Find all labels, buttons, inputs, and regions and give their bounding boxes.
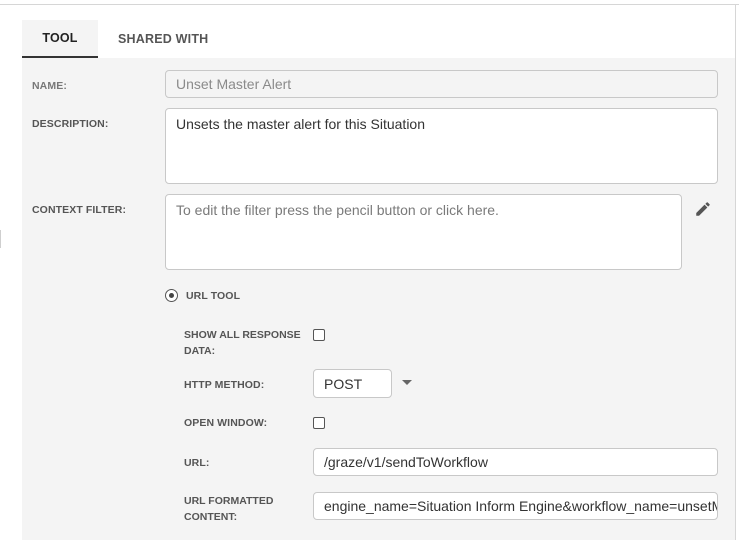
show-all-response-label-line1: SHOW ALL RESPONSE [184, 329, 301, 341]
tool-editor-frame: TOOL SHARED WITH NAME: Unset Master Aler… [0, 0, 739, 540]
right-divider [735, 4, 736, 540]
context-filter-label: CONTEXT FILTER: [32, 204, 127, 216]
http-method-select[interactable]: POST [313, 369, 392, 398]
description-field[interactable]: Unsets the master alert for this Situati… [165, 108, 718, 184]
url-formatted-content-label-line2: CONTENT: [184, 511, 238, 523]
http-method-label: HTTP METHOD: [184, 379, 265, 391]
url-tool-radio[interactable] [165, 289, 178, 302]
url-tool-label: URL TOOL [186, 290, 241, 302]
chevron-down-icon[interactable] [400, 378, 414, 388]
url-formatted-content-label-line1: URL FORMATTED [184, 495, 274, 507]
open-window-checkbox[interactable] [313, 417, 325, 429]
show-all-response-label: SHOW ALL RESPONSE DATA: [184, 327, 301, 359]
show-all-response-label-line2: DATA: [184, 345, 216, 357]
url-formatted-content-label: URL FORMATTED CONTENT: [184, 493, 273, 525]
show-all-response-checkbox[interactable] [313, 329, 325, 341]
tab-tool[interactable]: TOOL [22, 20, 98, 58]
tab-bar: TOOL SHARED WITH [22, 20, 224, 58]
open-window-label: OPEN WINDOW: [184, 417, 268, 429]
pencil-icon[interactable] [694, 200, 712, 218]
name-field[interactable]: Unset Master Alert [165, 70, 718, 98]
tab-shared-with[interactable]: SHARED WITH [98, 20, 224, 58]
url-label: URL: [184, 457, 210, 469]
context-filter-field[interactable]: To edit the filter press the pencil butt… [165, 194, 682, 270]
url-field[interactable]: /graze/v1/sendToWorkflow [313, 448, 718, 476]
url-formatted-content-field[interactable]: engine_name=Situation Inform Engine&work… [313, 492, 718, 520]
top-divider [0, 4, 739, 5]
description-label: DESCRIPTION: [32, 118, 109, 130]
name-label: NAME: [32, 80, 67, 92]
left-edge-marker [0, 230, 1, 248]
